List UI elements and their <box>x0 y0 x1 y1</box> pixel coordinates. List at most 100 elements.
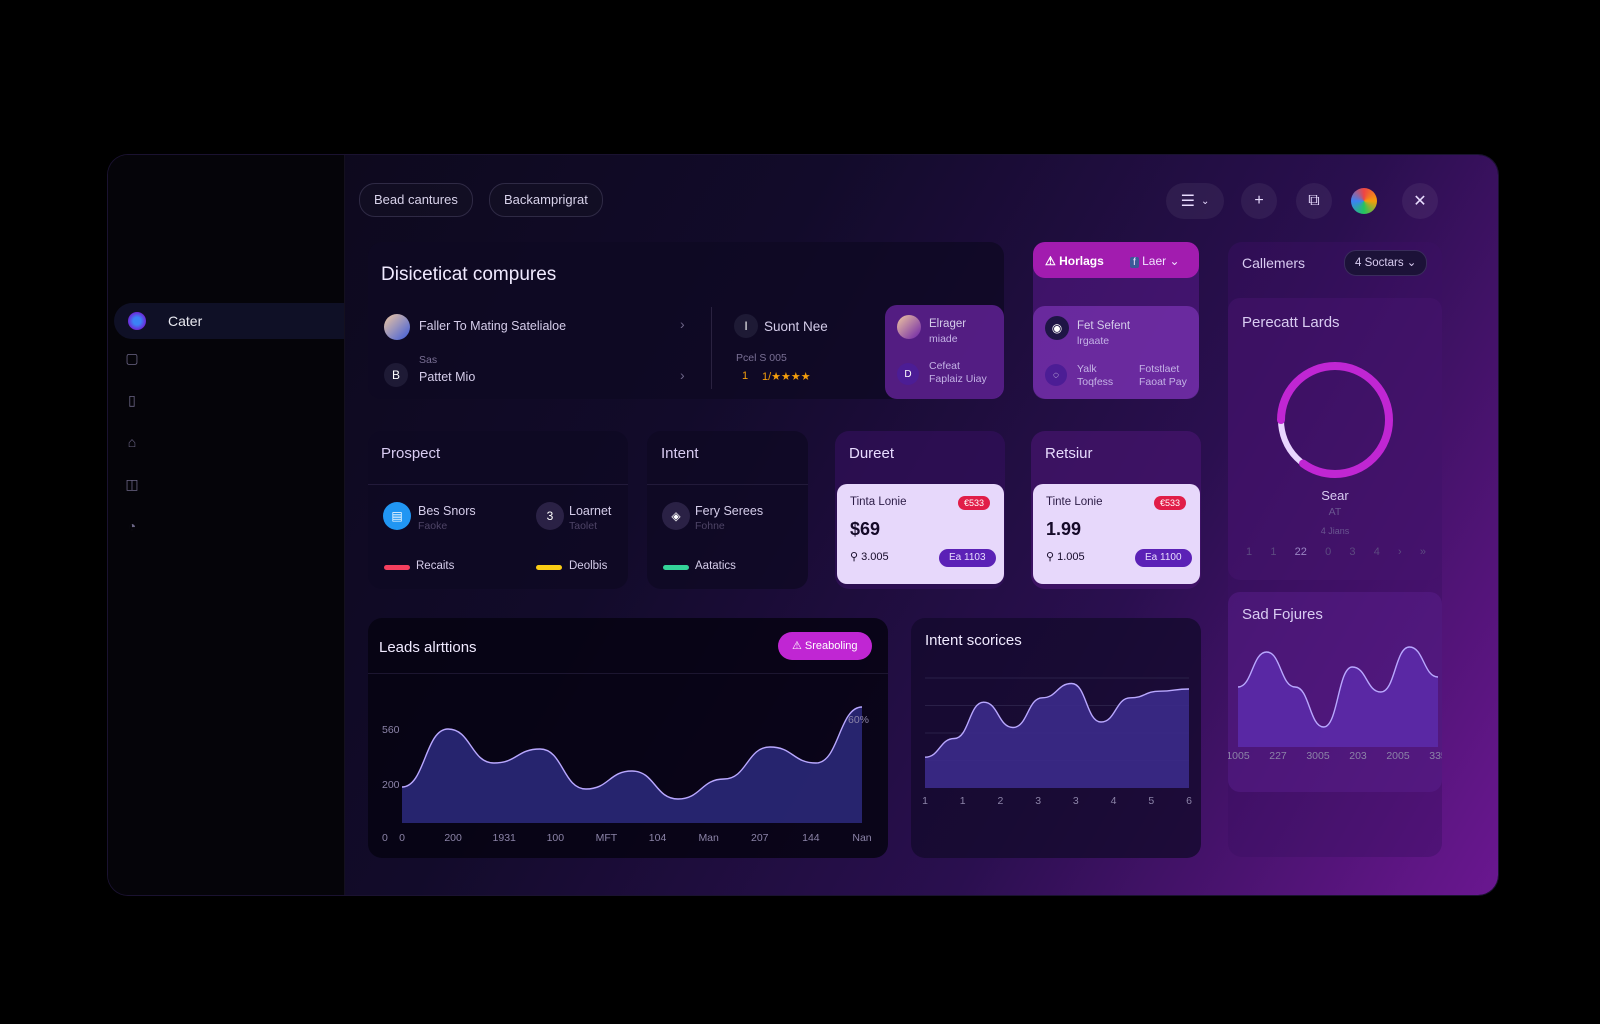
x-tick-label: 0 <box>399 832 405 844</box>
chart-title: Leads alrttions <box>379 639 477 656</box>
leads-chart-card: Leads alrttions ⚠ Sreaboling 0 200 1931 100… <box>368 618 888 858</box>
x-tick-label: 2 <box>998 795 1004 807</box>
price-button[interactable]: Ea 1100 <box>1135 549 1192 567</box>
filter-pill-2[interactable]: Backamprigrat <box>489 183 603 217</box>
sidebar-item-label: Cater <box>168 313 203 329</box>
info-box[interactable]: ◉ Fet Sefent lrgaate ◌ Yalk Toqfess Fots… <box>1033 306 1199 399</box>
card-title: Prospect <box>381 445 441 462</box>
user-avatar[interactable] <box>1351 188 1377 214</box>
tab-2-label: Laer <box>1142 254 1167 268</box>
divider <box>711 307 712 389</box>
x-tick-label: 104 <box>649 832 667 844</box>
sort-select[interactable]: 4 Soctars ⌄ <box>1344 250 1428 276</box>
item-label[interactable]: Fery Serees <box>695 504 763 518</box>
page-link[interactable]: 1 <box>1246 546 1252 558</box>
card-title: Retsiur <box>1045 445 1093 462</box>
tab-1[interactable]: ⚠ Horlags <box>1045 254 1104 268</box>
gauge-ring <box>1277 362 1393 478</box>
chevron-down-icon: ⌄ <box>1166 254 1180 268</box>
bell-icon[interactable]: ⌂ <box>124 434 140 450</box>
item-sub: Faoke <box>418 520 448 532</box>
share-icon: ⧉ <box>1308 192 1320 209</box>
page-link[interactable]: 22 <box>1295 546 1307 558</box>
companies-card: Disiceticat compures Faller To Mating Sa… <box>368 242 1004 399</box>
page-link[interactable]: 0 <box>1325 546 1331 558</box>
page-link[interactable]: » <box>1420 546 1426 558</box>
location-icon: ◈ <box>662 502 690 530</box>
document-icon[interactable]: ▯ <box>124 392 140 408</box>
share-button[interactable]: ⧉ <box>1296 183 1332 219</box>
legend-label: Deolbis <box>569 560 608 572</box>
chevron-right-icon[interactable]: › <box>680 316 685 332</box>
profile-icon: ◉ <box>1045 316 1069 340</box>
price-meta: ⚲ 3.005 <box>850 550 889 563</box>
area-fill <box>925 683 1189 788</box>
prospect-card: Prospect ▤ Bes Snors Faoke 3 Loarnet Tao… <box>368 431 628 589</box>
page-link[interactable]: 4 <box>1374 546 1380 558</box>
x-tick-label: 1 <box>922 795 928 807</box>
mini-card[interactable]: Elrager miade D Cefeat Faplaiz Uiay <box>885 305 1004 399</box>
info-foot-a1: Yalk <box>1077 363 1097 375</box>
calendar-icon: ▤ <box>383 502 411 530</box>
x-tick-label: 207 <box>751 832 769 844</box>
page-link[interactable]: › <box>1398 546 1402 558</box>
mini-card-foot-a: Cefeat <box>929 360 960 372</box>
price-meta-value: 3.005 <box>861 551 889 563</box>
list-item-label[interactable]: Pattet Mio <box>419 370 475 384</box>
legend-swatch <box>536 565 562 570</box>
sidebar-item-active[interactable]: Cater <box>114 303 344 339</box>
list-item-label[interactable]: Faller To Mating Satelialoe <box>419 319 566 333</box>
percent-label: 60% <box>848 714 869 726</box>
item-label[interactable]: Loarnet <box>569 504 611 518</box>
price-value: 1.99 <box>1046 519 1082 539</box>
info-title: Fet Sefent <box>1077 320 1131 332</box>
clock-icon[interactable]: ◔ <box>124 518 140 534</box>
rating-stars: 1/★★★★ <box>762 371 811 383</box>
x-tick-label: 2005 <box>1386 750 1410 762</box>
price-meta: ⚲ 1.005 <box>1046 550 1085 563</box>
list-item-sub: Sas <box>419 354 438 366</box>
filter-pill-1[interactable]: Bead cantures <box>359 183 473 217</box>
mid-title[interactable]: Suont Nee <box>764 319 828 334</box>
price-card[interactable]: Tinta Lonie €533 $69 ⚲ 3.005 Ea 1103 <box>837 484 1004 584</box>
page-link[interactable]: 1 <box>1270 546 1276 558</box>
card-title: Disiceticat compures <box>381 264 557 285</box>
price-meta-value: 1.005 <box>1057 551 1085 563</box>
price-card[interactable]: Tinte Lonie €533 1.99 ⚲ 1.005 Ea 1100 <box>1033 484 1200 584</box>
mid-sub: Pcel S 005 <box>736 352 787 364</box>
x-tick-label: 3 <box>1035 795 1041 807</box>
retsur-card: Retsiur Tinte Lonie €533 1.99 ⚲ 1.005 Ea… <box>1031 431 1201 589</box>
warning-icon: ⚠ <box>792 640 805 652</box>
app-logo-icon <box>128 312 146 330</box>
item-icon: I <box>734 314 758 338</box>
y-tick-label: 200 <box>382 779 400 791</box>
close-icon: ✕ <box>1413 193 1427 210</box>
tab-bar: ⚠ Horlags f Laer ⌄ <box>1033 242 1199 278</box>
price-button[interactable]: Ea 1103 <box>939 549 996 567</box>
sales-chart-card: Sad Fojures 1005 227 3005 203 2005 335 <box>1228 592 1442 792</box>
avatar <box>897 315 921 339</box>
card-title: Dureet <box>849 445 895 462</box>
chart-title: Intent scorices <box>925 632 1022 649</box>
price-badge: €533 <box>958 496 991 510</box>
page-link[interactable]: 3 <box>1349 546 1355 558</box>
price-value: $69 <box>850 519 881 539</box>
box-icon[interactable]: ▢ <box>124 350 140 366</box>
x-tick-label: 3 <box>1073 795 1079 807</box>
x-tick-label: 227 <box>1269 750 1287 762</box>
scheduling-label: Sreaboling <box>804 640 858 652</box>
close-button[interactable]: ✕ <box>1402 183 1438 219</box>
pin-icon: ⚲ <box>1046 551 1058 563</box>
y-tick-label: 560 <box>382 724 400 736</box>
chevron-right-icon[interactable]: › <box>680 367 685 383</box>
tab-2[interactable]: f Laer ⌄ <box>1130 254 1180 268</box>
add-button[interactable]: + <box>1241 183 1277 219</box>
camera-icon[interactable]: ◫ <box>124 476 140 492</box>
legend-swatch <box>663 565 689 570</box>
price-badge: €533 <box>1154 496 1187 510</box>
x-tick-label: 4 <box>1111 795 1117 807</box>
scheduling-button[interactable]: ⚠ Sreaboling <box>778 632 872 660</box>
item-label[interactable]: Bes Snors <box>418 504 476 518</box>
plus-icon: + <box>1254 192 1264 209</box>
list-view-button[interactable]: ☰ ⌄ <box>1166 183 1224 219</box>
